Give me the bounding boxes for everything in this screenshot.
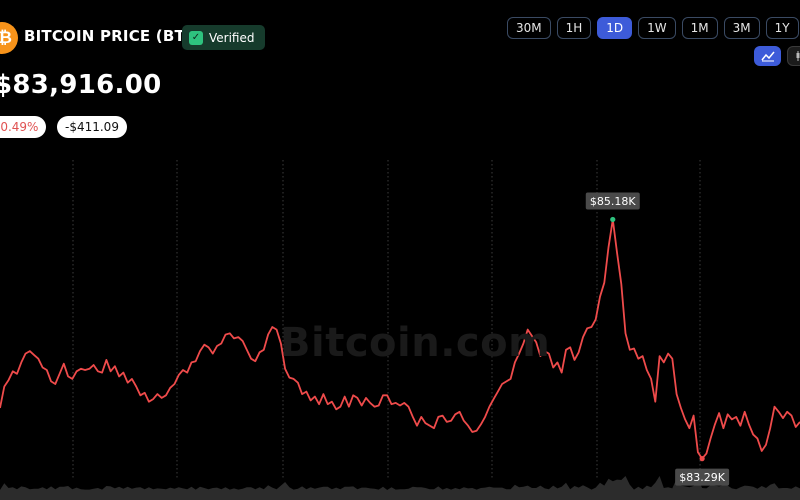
page-title: BITCOIN PRICE (BTC) (24, 27, 204, 45)
candlestick-icon[interactable] (787, 46, 800, 66)
verified-badge: ✓ Verified (182, 25, 265, 50)
max-price-label: $85.18K (590, 195, 636, 208)
timeframe-1d-button[interactable]: 1D (597, 17, 633, 39)
timeframe-1w-button[interactable]: 1W (638, 17, 676, 39)
watermark-text: Bitcoin.com (280, 320, 551, 366)
min-price-marker (699, 456, 705, 462)
current-price: $83,916.00 (0, 70, 162, 100)
chart-view-toggle (754, 46, 800, 66)
min-price-label: $83.29K (679, 471, 725, 484)
timeframe-3m-button[interactable]: 3M (723, 17, 760, 39)
max-price-marker (610, 216, 616, 223)
timeframe-1y-button[interactable]: 1Y (765, 17, 799, 39)
change-amount-badge: -$411.09 (57, 116, 127, 138)
timeframe-1m-button[interactable]: 1M (681, 17, 718, 39)
line-chart-icon[interactable] (754, 46, 781, 66)
verified-label: Verified (209, 30, 255, 45)
checkmark-icon: ✓ (189, 30, 203, 45)
timeframe-selector: 30M1H1D1W1M3M1YAll (507, 17, 800, 39)
timeframe-30m-button[interactable]: 30M (507, 17, 551, 39)
timeframe-1h-button[interactable]: 1H (556, 17, 592, 39)
change-percent-badge: -0.49% (0, 116, 47, 138)
